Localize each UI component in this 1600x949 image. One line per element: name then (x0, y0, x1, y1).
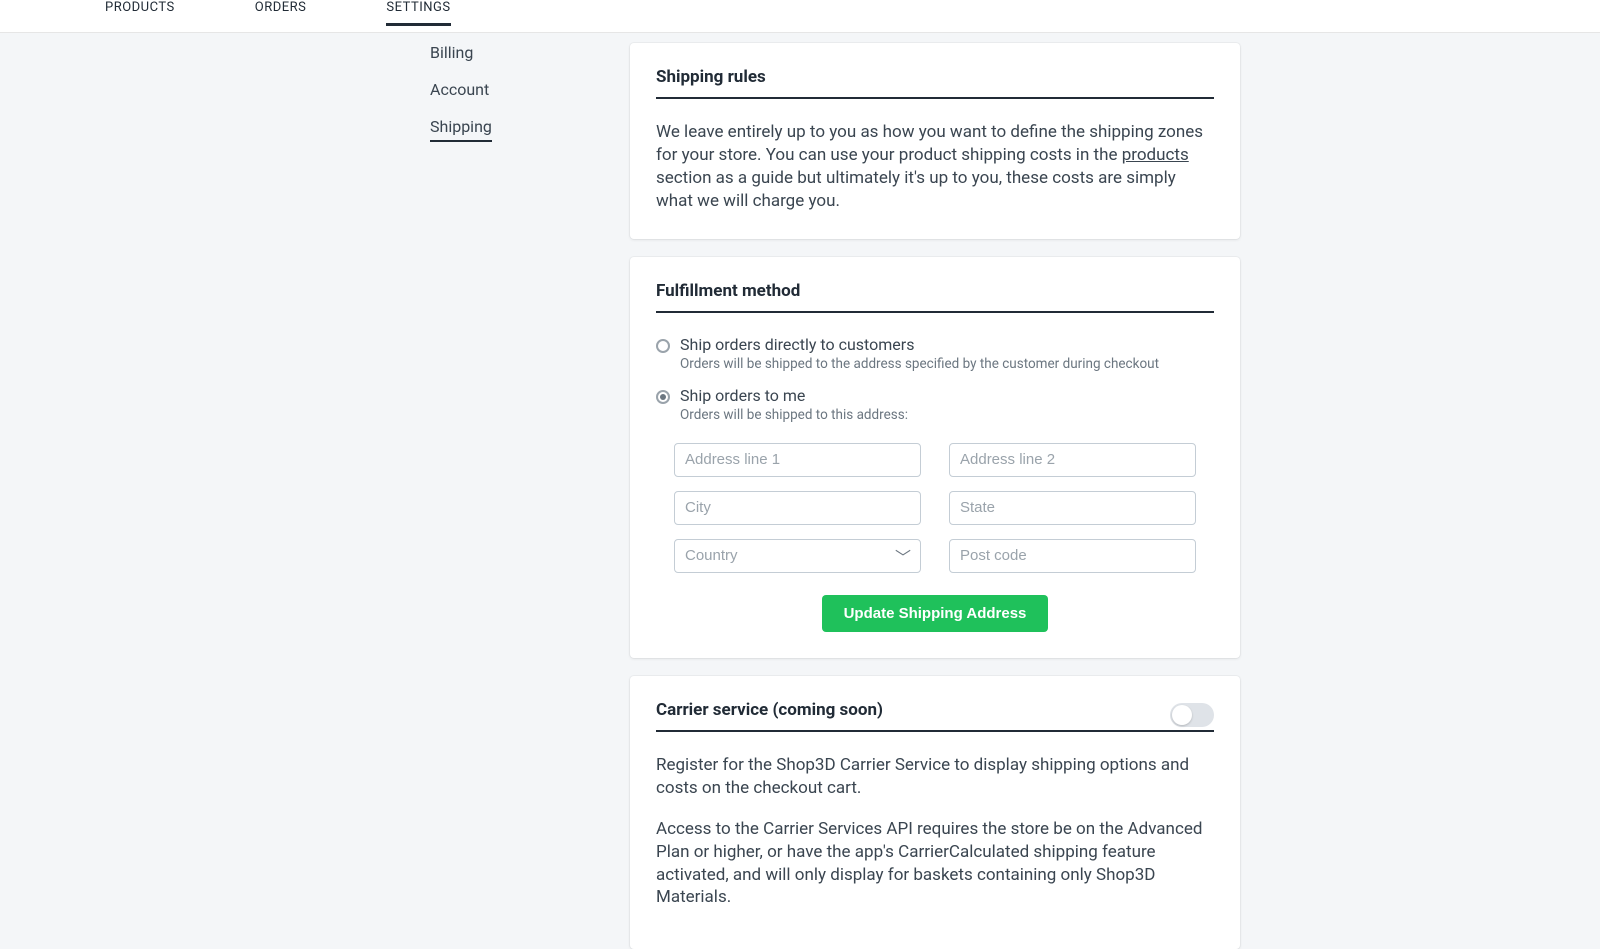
state-input[interactable] (949, 491, 1196, 525)
shipping-rules-desc: We leave entirely up to you as how you w… (656, 121, 1214, 213)
nav-orders[interactable]: ORDERS (255, 0, 307, 26)
radio-label: Ship orders to me (680, 386, 908, 405)
fulfillment-title: Fulfillment method (656, 281, 800, 311)
side-account[interactable]: Account (430, 80, 489, 103)
country-select-wrap: ﹀ (674, 539, 921, 573)
carrier-title: Carrier service (coming soon) (656, 700, 883, 730)
carrier-desc-1: Register for the Shop3D Carrier Service … (656, 754, 1214, 800)
products-link[interactable]: products (1122, 145, 1189, 165)
nav-settings[interactable]: SETTINGS (386, 0, 450, 26)
carrier-toggle[interactable] (1170, 703, 1214, 727)
divider (656, 730, 1214, 732)
post-code-input[interactable] (949, 539, 1196, 573)
fulfillment-card: Fulfillment method Ship orders directly … (630, 257, 1240, 658)
divider (656, 97, 1214, 99)
update-shipping-address-button[interactable]: Update Shipping Address (822, 595, 1049, 632)
radio-label: Ship orders directly to customers (680, 335, 1159, 354)
side-shipping[interactable]: Shipping (430, 117, 492, 142)
city-input[interactable] (674, 491, 921, 525)
content-area: Billing Account Shipping Shipping rules … (0, 33, 1600, 949)
radio-sublabel: Orders will be shipped to this address: (680, 407, 908, 423)
fulfillment-radio-group: Ship orders directly to customers Orders… (656, 335, 1214, 423)
toggle-knob (1172, 705, 1192, 725)
country-select[interactable] (674, 539, 921, 573)
radio-icon (656, 339, 670, 353)
top-nav: PRODUCTS ORDERS SETTINGS (0, 0, 1600, 33)
carrier-service-card: Carrier service (coming soon) Register f… (630, 676, 1240, 949)
main-column: Shipping rules We leave entirely up to y… (630, 43, 1240, 949)
address-line-1-input[interactable] (674, 443, 921, 477)
carrier-desc-2: Access to the Carrier Services API requi… (656, 818, 1214, 910)
shipping-rules-title: Shipping rules (656, 67, 766, 97)
shipping-rules-card: Shipping rules We leave entirely up to y… (630, 43, 1240, 239)
side-billing[interactable]: Billing (430, 43, 473, 66)
divider (656, 311, 1214, 313)
radio-icon (656, 390, 670, 404)
radio-direct-to-customer[interactable]: Ship orders directly to customers Orders… (656, 335, 1214, 372)
address-grid: ﹀ (656, 443, 1214, 573)
radio-ship-to-me[interactable]: Ship orders to me Orders will be shipped… (656, 386, 1214, 423)
desc-text-b: section as a guide but ultimately it's u… (656, 168, 1176, 211)
settings-side-menu: Billing Account Shipping (0, 43, 630, 949)
radio-sublabel: Orders will be shipped to the address sp… (680, 356, 1159, 372)
address-line-2-input[interactable] (949, 443, 1196, 477)
nav-products[interactable]: PRODUCTS (105, 0, 175, 26)
